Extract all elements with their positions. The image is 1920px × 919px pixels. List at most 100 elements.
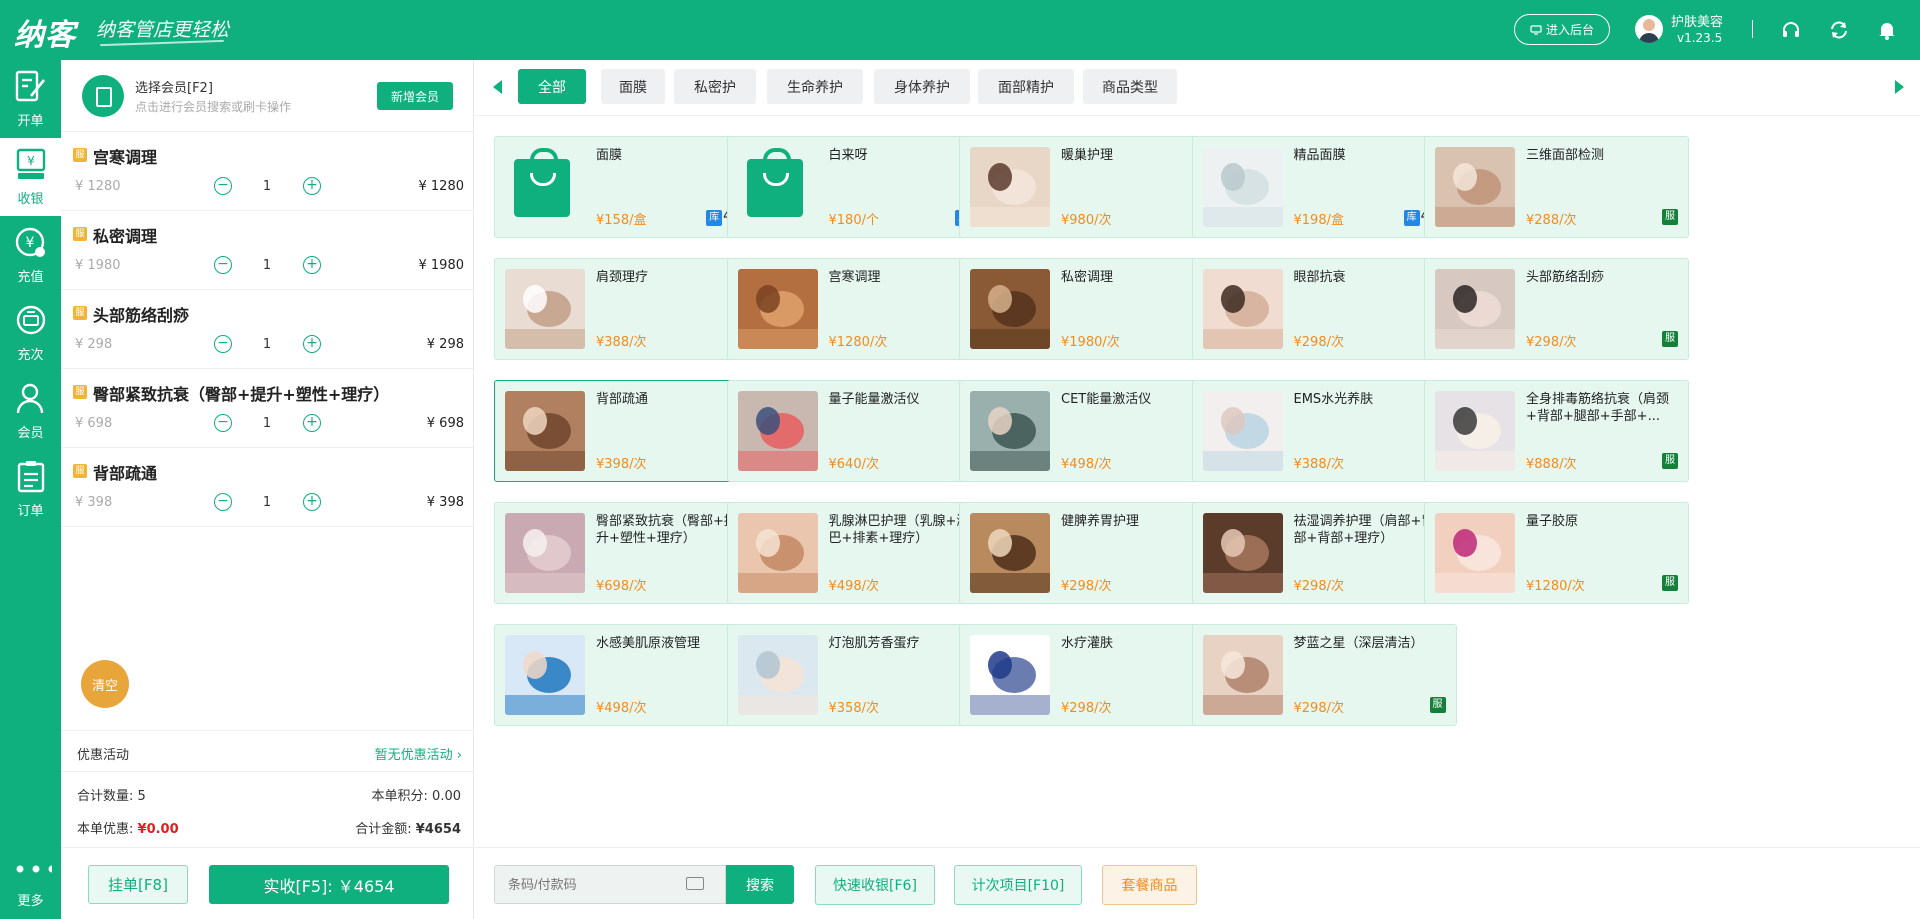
clear-cart-button[interactable]: 清空 [81, 660, 129, 708]
cart-item[interactable]: 服头部筋络刮痧 ¥ 298 − 1 + ¥ 298 [61, 290, 474, 369]
product-card[interactable]: EMS水光养肤¥388/次服 [1191, 380, 1457, 482]
product-card[interactable]: 全身排毒筋络抗衰（肩颈+背部+腿部+手部+... ¥888/次 服 [1424, 380, 1689, 482]
scroll-right-arrow-icon[interactable] [1895, 80, 1904, 94]
decrease-qty-button[interactable]: − [214, 335, 232, 353]
product-image [505, 513, 585, 593]
product-card[interactable]: 眼部抗衰¥298/次服 [1191, 258, 1457, 360]
product-card[interactable]: 三维面部检测 ¥288/次 服 [1424, 136, 1689, 238]
increase-qty-button[interactable]: + [303, 414, 321, 432]
hold-order-button[interactable]: 挂单[F8] [88, 865, 188, 904]
cart-item[interactable]: 服臀部紧致抗衰（臀部+提升+塑性+理疗） ¥ 698 − 1 + ¥ 698 [61, 369, 474, 448]
yuan-coin-icon: ¥ [15, 227, 45, 257]
product-card[interactable]: CET能量激活仪¥498/次服 [959, 380, 1224, 482]
sidebar-more[interactable]: 更多 [0, 840, 61, 919]
product-card[interactable]: 水感美肌原液管理¥498/次服 [494, 624, 759, 726]
product-name: 私密调理 [1061, 270, 1114, 285]
product-name: 全身排毒筋络抗衰（肩颈+背部+腿部+手部+... [1526, 392, 1670, 424]
promotion-value[interactable]: 暂无优惠活动 › [375, 744, 462, 763]
product-card[interactable]: 背部疏通¥398/次服 [494, 380, 759, 482]
sidebar-item-recharge-count[interactable]: 充次 [0, 294, 61, 372]
bell-icon[interactable] [1876, 19, 1898, 41]
top-bar: 纳客 纳客管店更轻松 进入后台 护肤美容 v1.23.5 [0, 0, 1920, 60]
refresh-icon[interactable] [1828, 19, 1850, 41]
avatar[interactable] [1635, 15, 1663, 43]
increase-qty-button[interactable]: + [303, 177, 321, 195]
decrease-qty-button[interactable]: − [214, 177, 232, 195]
svg-text:¥: ¥ [26, 235, 35, 251]
promotion-row[interactable]: 优惠活动 暂无优惠活动 › [61, 730, 474, 772]
package-goods-button[interactable]: 套餐商品 [1102, 865, 1197, 905]
product-price: ¥298/次 [1526, 335, 1577, 350]
product-card[interactable]: 量子能量激活仪¥640/次服 [726, 380, 992, 482]
product-card[interactable]: 灯泡肌芳香蛋疗¥358/次服 [726, 624, 992, 726]
product-card[interactable]: 健脾养胃护理¥298/次服 [959, 502, 1224, 604]
increase-qty-button[interactable]: + [303, 256, 321, 274]
sidebar-item-cashier[interactable]: ¥ 收银 [0, 138, 61, 216]
product-card[interactable]: 面膜¥158/盒库498 [494, 136, 759, 238]
category-tab[interactable]: 面部精护 [978, 69, 1074, 104]
headset-icon[interactable] [1780, 19, 1802, 41]
category-tab[interactable]: 私密护 [674, 69, 756, 104]
product-card[interactable]: 宫寒调理¥1280/次服 [726, 258, 992, 360]
enter-backend-button[interactable]: 进入后台 [1514, 14, 1610, 45]
category-tab[interactable]: 生命养护 [767, 69, 863, 104]
cash-register-icon: ¥ [16, 148, 46, 179]
sidebar-item-open-order[interactable]: 开单 [0, 60, 61, 138]
search-button[interactable]: 搜索 [726, 865, 794, 904]
shop-name[interactable]: 护肤美容 [1671, 11, 1723, 30]
product-card[interactable]: 肩颈理疗¥388/次服 [494, 258, 759, 360]
category-tab[interactable]: 面膜 [601, 69, 665, 104]
product-card[interactable]: 臀部紧致抗衰（臀部+提升+塑性+理疗）¥698/次服 [494, 502, 759, 604]
service-tag: 服 [73, 227, 87, 241]
cart-item-qty[interactable]: 1 [257, 337, 277, 352]
bottom-toolbar: 搜索 快速收银[F6] 计次项目[F10] 套餐商品 [475, 847, 1920, 919]
product-card[interactable]: 乳腺淋巴护理（乳腺+淋巴+排素+理疗）¥498/次服 [726, 502, 992, 604]
product-card[interactable]: 白来呀¥180/个库8 [726, 136, 992, 238]
cart-item-name: 臀部紧致抗衰（臀部+提升+塑性+理疗） [93, 385, 390, 404]
total-qty-value: 5 [137, 789, 146, 804]
product-card[interactable]: 祛湿调养护理（肩部+肾部+背部+理疗）¥298/次服 [1191, 502, 1457, 604]
increase-qty-button[interactable]: + [303, 493, 321, 511]
decrease-qty-button[interactable]: − [214, 493, 232, 511]
product-card[interactable]: 私密调理¥1980/次服 [959, 258, 1224, 360]
cart-item-qty[interactable]: 1 [257, 416, 277, 431]
product-image [1435, 391, 1515, 471]
category-tab[interactable]: 身体养护 [874, 69, 970, 104]
sidebar-item-recharge[interactable]: ¥ 充值 [0, 216, 61, 294]
discount-value: ¥0.00 [137, 822, 179, 837]
keyboard-icon[interactable] [686, 877, 704, 890]
decrease-qty-button[interactable]: − [214, 414, 232, 432]
product-card[interactable]: 梦蓝之星（深层清洁） ¥298/次 服 [1191, 624, 1457, 726]
sidebar-item-orders[interactable]: 订单 [0, 450, 61, 528]
product-card[interactable]: 头部筋络刮痧 ¥298/次 服 [1424, 258, 1689, 360]
quick-pay-button[interactable]: 快速收银[F6] [815, 865, 935, 905]
cart-panel: 选择会员[F2] 点击进行会员搜索或刷卡操作 新增会员 服宫寒调理 ¥ 1280−… [61, 60, 474, 919]
cart-item-qty[interactable]: 1 [257, 258, 277, 273]
product-price: ¥180/个 [828, 213, 879, 228]
count-items-button[interactable]: 计次项目[F10] [954, 865, 1082, 905]
product-card[interactable]: 量子胶原 ¥1280/次 服 [1424, 502, 1689, 604]
cart-item-qty[interactable]: 1 [257, 179, 277, 194]
product-card[interactable]: 精品面膜¥198/盒库499 [1191, 136, 1457, 238]
product-name: 量子能量激活仪 [828, 392, 920, 407]
cart-item-unit-price: ¥ 1980 [75, 258, 121, 273]
new-member-button[interactable]: 新增会员 [377, 82, 453, 110]
product-name: 三维面部检测 [1526, 148, 1605, 163]
checkout-button[interactable]: 实收[F5]: ￥4654 [209, 865, 449, 904]
sidebar-item-members[interactable]: 会员 [0, 372, 61, 450]
discount-label: 本单优惠: [77, 822, 134, 837]
category-tab[interactable]: 商品类型 [1083, 69, 1177, 104]
cart-item-qty[interactable]: 1 [257, 495, 277, 510]
scroll-left-arrow-icon[interactable] [493, 80, 502, 94]
service-tag: 服 [1662, 209, 1678, 225]
cart-item[interactable]: 服宫寒调理 ¥ 1280 − 1 + ¥ 1280 [61, 132, 474, 211]
product-card[interactable]: 暖巢护理¥980/次服 [959, 136, 1224, 238]
category-tab[interactable]: 全部 [518, 69, 586, 104]
cart-item[interactable]: 服私密调理 ¥ 1980 − 1 + ¥ 1980 [61, 211, 474, 290]
member-selector[interactable]: 选择会员[F2] 点击进行会员搜索或刷卡操作 新增会员 [61, 60, 474, 132]
cart-item[interactable]: 服背部疏通 ¥ 398 − 1 + ¥ 398 [61, 448, 474, 527]
increase-qty-button[interactable]: + [303, 335, 321, 353]
product-card[interactable]: 水疗灌肤¥298/次服 [959, 624, 1224, 726]
enter-backend-label: 进入后台 [1545, 23, 1594, 37]
decrease-qty-button[interactable]: − [214, 256, 232, 274]
